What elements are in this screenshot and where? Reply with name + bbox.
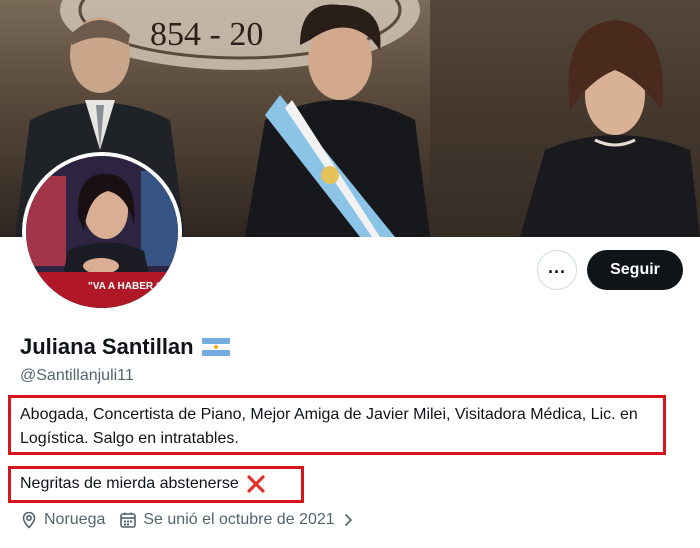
profile-tagline: Negritas de mierda abstenerse	[20, 475, 239, 492]
profile-location: Noruega	[20, 511, 105, 529]
profile-handle: @Santillanjuli11	[20, 367, 134, 384]
avatar-caption: "VA A HABER CA	[88, 281, 170, 292]
profile-name-row: Juliana Santillan	[20, 334, 230, 360]
profile-name: Juliana Santillan	[20, 334, 194, 359]
location-pin-icon	[22, 511, 36, 529]
joined-text: Se unió el octubre de 2021	[143, 511, 335, 528]
chevron-right-icon	[344, 514, 352, 526]
follow-button[interactable]: Seguir	[587, 250, 683, 290]
more-dots-icon: ...	[547, 257, 566, 277]
profile-bio: Abogada, Concertista de Piano, Mejor Ami…	[20, 406, 638, 447]
follow-button-label: Seguir	[610, 261, 660, 278]
more-options-button[interactable]: ...	[537, 250, 577, 290]
banner-seal-text: 854 - 20	[150, 16, 263, 53]
calendar-icon	[120, 512, 137, 528]
profile-joined[interactable]: Se unió el octubre de 2021	[119, 511, 354, 529]
avatar-photo: "VA A HABER CA	[26, 156, 178, 308]
profile-tagline-row: Negritas de mierda abstenerse	[20, 473, 265, 495]
red-cross-icon	[247, 475, 265, 493]
profile-avatar[interactable]: "VA A HABER CA	[22, 152, 182, 312]
location-text: Noruega	[44, 511, 106, 528]
profile-meta: Noruega Se unió el octubre de 2021	[20, 511, 369, 529]
argentina-flag-icon	[201, 338, 230, 356]
